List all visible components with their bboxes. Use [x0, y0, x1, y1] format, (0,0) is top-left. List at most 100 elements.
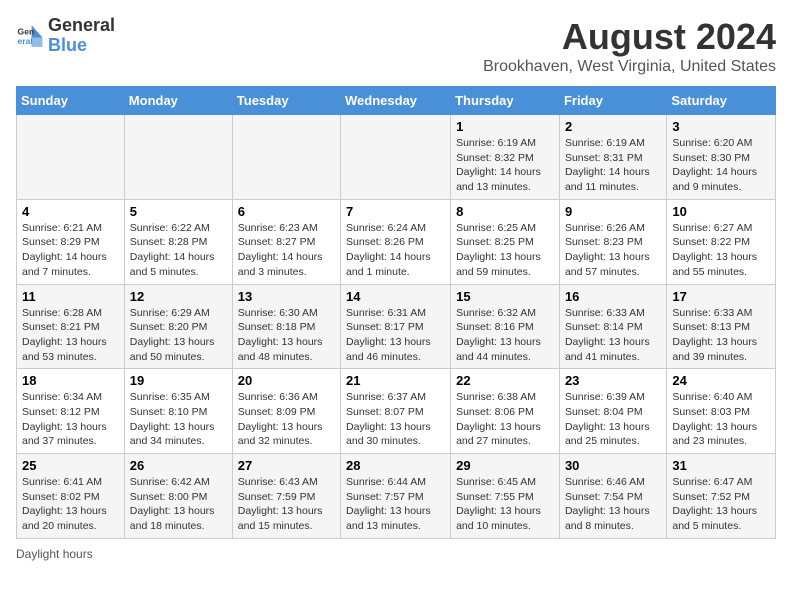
- calendar-day-header: Monday: [124, 87, 232, 115]
- day-number: 28: [346, 458, 445, 473]
- day-info: Sunrise: 6:42 AM Sunset: 8:00 PM Dayligh…: [130, 475, 227, 534]
- calendar-cell: [124, 115, 232, 200]
- svg-text:eral: eral: [18, 36, 33, 46]
- calendar-cell: 29Sunrise: 6:45 AM Sunset: 7:55 PM Dayli…: [451, 454, 560, 539]
- day-number: 27: [238, 458, 335, 473]
- calendar-cell: 18Sunrise: 6:34 AM Sunset: 8:12 PM Dayli…: [17, 369, 125, 454]
- calendar-cell: 17 Sunrise: 6:33 AM Sunset: 8:13 PM Dayli…: [667, 284, 776, 369]
- day-number: 25: [22, 458, 119, 473]
- title-block: August 2024 Brookhaven, West Virginia, U…: [483, 16, 776, 76]
- calendar-cell: 1Sunrise: 6:19 AM Sunset: 8:32 PM Daylig…: [451, 115, 560, 200]
- svg-text:Gen: Gen: [18, 26, 35, 36]
- calendar-cell: 10Sunrise: 6:27 AM Sunset: 8:22 PM Dayli…: [667, 199, 776, 284]
- day-info: Sunrise: 6:40 AM Sunset: 8:03 PM Dayligh…: [672, 390, 770, 449]
- calendar-cell: 20Sunrise: 6:36 AM Sunset: 8:09 PM Dayli…: [232, 369, 340, 454]
- calendar-day-header: Sunday: [17, 87, 125, 115]
- day-info: Sunrise: 6:23 AM Sunset: 8:27 PM Dayligh…: [238, 221, 335, 280]
- calendar-cell: 7Sunrise: 6:24 AM Sunset: 8:26 PM Daylig…: [341, 199, 451, 284]
- day-info: Sunrise: 6:39 AM Sunset: 8:04 PM Dayligh…: [565, 390, 661, 449]
- calendar-cell: 11 Sunrise: 6:28 AM Sunset: 8:21 PM Dayli…: [17, 284, 125, 369]
- day-info: Sunrise: 6:43 AM Sunset: 7:59 PM Dayligh…: [238, 475, 335, 534]
- day-number: 12: [130, 289, 227, 304]
- day-info: Sunrise: 6:38 AM Sunset: 8:06 PM Dayligh…: [456, 390, 554, 449]
- calendar-cell: [17, 115, 125, 200]
- day-number: 31: [672, 458, 770, 473]
- day-number: 22: [456, 373, 554, 388]
- day-info: Sunrise: 6:29 AM Sunset: 8:20 PM Dayligh…: [130, 306, 227, 365]
- day-info: Sunrise: 6:20 AM Sunset: 8:30 PM Dayligh…: [672, 136, 770, 195]
- calendar-cell: 28 Sunrise: 6:44 AM Sunset: 7:57 PM Dayli…: [341, 454, 451, 539]
- calendar-cell: [232, 115, 340, 200]
- day-number: 8: [456, 204, 554, 219]
- calendar-cell: 30 Sunrise: 6:46 AM Sunset: 7:54 PM Dayli…: [559, 454, 666, 539]
- calendar-cell: 9 Sunrise: 6:26 AM Sunset: 8:23 PM Daylig…: [559, 199, 666, 284]
- calendar-cell: 8Sunrise: 6:25 AM Sunset: 8:25 PM Daylig…: [451, 199, 560, 284]
- day-info: Sunrise: 6:35 AM Sunset: 8:10 PM Dayligh…: [130, 390, 227, 449]
- day-info: Sunrise: 6:44 AM Sunset: 7:57 PM Dayligh…: [346, 475, 445, 534]
- day-number: 26: [130, 458, 227, 473]
- day-number: 24: [672, 373, 770, 388]
- day-number: 18: [22, 373, 119, 388]
- day-info: Sunrise: 6:33 AM Sunset: 8:13 PM Dayligh…: [672, 306, 770, 365]
- subtitle: Brookhaven, West Virginia, United States: [483, 58, 776, 76]
- day-info: Sunrise: 6:22 AM Sunset: 8:28 PM Dayligh…: [130, 221, 227, 280]
- calendar-table: SundayMondayTuesdayWednesdayThursdayFrid…: [16, 86, 776, 539]
- day-number: 14: [346, 289, 445, 304]
- day-number: 15: [456, 289, 554, 304]
- day-info: Sunrise: 6:30 AM Sunset: 8:18 PM Dayligh…: [238, 306, 335, 365]
- day-number: 13: [238, 289, 335, 304]
- day-info: Sunrise: 6:32 AM Sunset: 8:16 PM Dayligh…: [456, 306, 554, 365]
- calendar-header: SundayMondayTuesdayWednesdayThursdayFrid…: [17, 87, 776, 115]
- calendar-cell: 12 Sunrise: 6:29 AM Sunset: 8:20 PM Dayli…: [124, 284, 232, 369]
- logo: Gen eral General Blue: [16, 16, 115, 56]
- day-number: 19: [130, 373, 227, 388]
- calendar-cell: 14 Sunrise: 6:31 AM Sunset: 8:17 PM Dayli…: [341, 284, 451, 369]
- calendar-cell: 4Sunrise: 6:21 AM Sunset: 8:29 PM Daylig…: [17, 199, 125, 284]
- day-info: Sunrise: 6:19 AM Sunset: 8:31 PM Dayligh…: [565, 136, 661, 195]
- day-info: Sunrise: 6:19 AM Sunset: 8:32 PM Dayligh…: [456, 136, 554, 195]
- day-info: Sunrise: 6:26 AM Sunset: 8:23 PM Dayligh…: [565, 221, 661, 280]
- calendar-cell: 3 Sunrise: 6:20 AM Sunset: 8:30 PM Daylig…: [667, 115, 776, 200]
- calendar-cell: 5Sunrise: 6:22 AM Sunset: 8:28 PM Daylig…: [124, 199, 232, 284]
- calendar-day-header: Friday: [559, 87, 666, 115]
- calendar-day-header: Wednesday: [341, 87, 451, 115]
- day-info: Sunrise: 6:41 AM Sunset: 8:02 PM Dayligh…: [22, 475, 119, 534]
- footer-note: Daylight hours: [16, 547, 776, 561]
- calendar-cell: 19 Sunrise: 6:35 AM Sunset: 8:10 PM Dayli…: [124, 369, 232, 454]
- calendar-week-row: 11 Sunrise: 6:28 AM Sunset: 8:21 PM Dayli…: [17, 284, 776, 369]
- day-number: 6: [238, 204, 335, 219]
- day-number: 2: [565, 119, 661, 134]
- day-number: 4: [22, 204, 119, 219]
- day-number: 21: [346, 373, 445, 388]
- calendar-day-header: Thursday: [451, 87, 560, 115]
- day-number: 10: [672, 204, 770, 219]
- calendar-cell: 23 Sunrise: 6:39 AM Sunset: 8:04 PM Dayli…: [559, 369, 666, 454]
- calendar-day-header: Tuesday: [232, 87, 340, 115]
- calendar-cell: 13 Sunrise: 6:30 AM Sunset: 8:18 PM Dayli…: [232, 284, 340, 369]
- calendar-cell: 25 Sunrise: 6:41 AM Sunset: 8:02 PM Dayli…: [17, 454, 125, 539]
- day-info: Sunrise: 6:28 AM Sunset: 8:21 PM Dayligh…: [22, 306, 119, 365]
- day-number: 17: [672, 289, 770, 304]
- day-info: Sunrise: 6:24 AM Sunset: 8:26 PM Dayligh…: [346, 221, 445, 280]
- calendar-week-row: 25 Sunrise: 6:41 AM Sunset: 8:02 PM Dayli…: [17, 454, 776, 539]
- calendar-cell: 2 Sunrise: 6:19 AM Sunset: 8:31 PM Daylig…: [559, 115, 666, 200]
- calendar-cell: 21 Sunrise: 6:37 AM Sunset: 8:07 PM Dayli…: [341, 369, 451, 454]
- day-number: 9: [565, 204, 661, 219]
- day-number: 11: [22, 289, 119, 304]
- day-info: Sunrise: 6:36 AM Sunset: 8:09 PM Dayligh…: [238, 390, 335, 449]
- calendar-day-header: Saturday: [667, 87, 776, 115]
- day-info: Sunrise: 6:31 AM Sunset: 8:17 PM Dayligh…: [346, 306, 445, 365]
- calendar-week-row: 1Sunrise: 6:19 AM Sunset: 8:32 PM Daylig…: [17, 115, 776, 200]
- day-number: 29: [456, 458, 554, 473]
- day-number: 30: [565, 458, 661, 473]
- logo-icon: Gen eral: [16, 22, 44, 50]
- calendar-cell: 24 Sunrise: 6:40 AM Sunset: 8:03 PM Dayli…: [667, 369, 776, 454]
- day-info: Sunrise: 6:46 AM Sunset: 7:54 PM Dayligh…: [565, 475, 661, 534]
- calendar-cell: 6 Sunrise: 6:23 AM Sunset: 8:27 PM Daylig…: [232, 199, 340, 284]
- day-info: Sunrise: 6:33 AM Sunset: 8:14 PM Dayligh…: [565, 306, 661, 365]
- day-number: 23: [565, 373, 661, 388]
- day-number: 3: [672, 119, 770, 134]
- day-number: 16: [565, 289, 661, 304]
- day-info: Sunrise: 6:37 AM Sunset: 8:07 PM Dayligh…: [346, 390, 445, 449]
- main-title: August 2024: [483, 16, 776, 58]
